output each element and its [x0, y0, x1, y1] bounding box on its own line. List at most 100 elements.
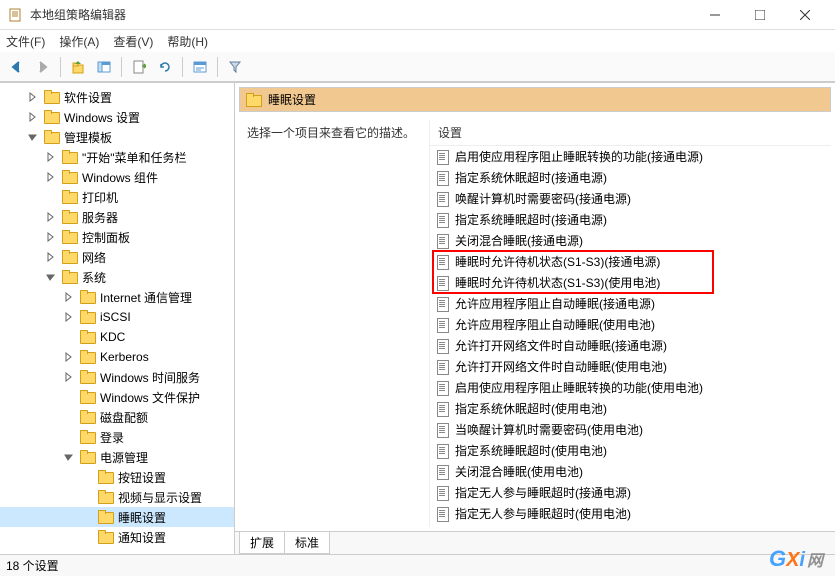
close-button[interactable] [782, 0, 827, 30]
tree-node-label: 睡眠设置 [118, 509, 166, 526]
expand-icon[interactable] [44, 210, 58, 224]
settings-list[interactable]: 启用使应用程序阻止睡眠转换的功能(接通电源)指定系统休眠超时(接通电源)唤醒计算… [430, 146, 831, 527]
export-button[interactable] [128, 56, 150, 78]
setting-item[interactable]: 指定无人参与睡眠超时(使用电池) [430, 503, 831, 524]
tree-node[interactable]: 系统 [0, 267, 234, 287]
tree-pane[interactable]: 软件设置Windows 设置管理模板"开始"菜单和任务栏Windows 组件打印… [0, 83, 235, 554]
expand-icon[interactable] [44, 150, 58, 164]
tab-standard[interactable]: 标准 [284, 532, 330, 554]
tree-node[interactable]: 控制面板 [0, 227, 234, 247]
tree-node[interactable]: Windows 组件 [0, 167, 234, 187]
setting-item[interactable]: 允许应用程序阻止自动睡眠(使用电池) [430, 314, 831, 335]
tree-node[interactable]: 打印机 [0, 187, 234, 207]
tree-node-label: 打印机 [82, 189, 118, 206]
collapse-icon[interactable] [26, 130, 40, 144]
tree-node[interactable]: 服务器 [0, 207, 234, 227]
setting-item[interactable]: 指定系统休眠超时(使用电池) [430, 398, 831, 419]
setting-item[interactable]: 睡眠时允许待机状态(S1-S3)(使用电池) [430, 272, 831, 293]
tree-node[interactable]: Windows 时间服务 [0, 367, 234, 387]
tree-node[interactable]: Internet 通信管理 [0, 287, 234, 307]
setting-item[interactable]: 当唤醒计算机时需要密码(使用电池) [430, 419, 831, 440]
back-button[interactable] [6, 56, 28, 78]
tree-node[interactable]: 通知设置 [0, 527, 234, 547]
expand-icon[interactable] [62, 350, 76, 364]
tree-node-label: 磁盘配额 [100, 409, 148, 426]
tree-node[interactable]: KDC [0, 327, 234, 347]
tree-node[interactable]: Windows 文件保护 [0, 387, 234, 407]
tree-node[interactable]: Windows 设置 [0, 107, 234, 127]
tree-node[interactable]: 睡眠设置 [0, 507, 234, 527]
setting-item[interactable]: 睡眠时允许待机状态(S1-S3)(接通电源) [430, 251, 831, 272]
tree-node[interactable]: iSCSI [0, 307, 234, 327]
toggle-placeholder [80, 530, 94, 544]
folder-icon [80, 310, 96, 324]
expand-icon[interactable] [62, 310, 76, 324]
setting-item[interactable]: 关闭混合睡眠(接通电源) [430, 230, 831, 251]
setting-item[interactable]: 允许打开网络文件时自动睡眠(使用电池) [430, 356, 831, 377]
collapse-icon[interactable] [62, 450, 76, 464]
setting-item[interactable]: 指定系统睡眠超时(接通电源) [430, 209, 831, 230]
menubar: 文件(F) 操作(A) 查看(V) 帮助(H) [0, 30, 835, 52]
minimize-button[interactable] [692, 0, 737, 30]
properties-button[interactable] [189, 56, 211, 78]
menu-view[interactable]: 查看(V) [113, 33, 153, 50]
expand-icon[interactable] [44, 170, 58, 184]
tree-node-label: 按钮设置 [118, 469, 166, 486]
expand-icon[interactable] [44, 230, 58, 244]
folder-icon [62, 190, 78, 204]
filter-button[interactable] [224, 56, 246, 78]
show-hide-button[interactable] [93, 56, 115, 78]
setting-label: 睡眠时允许待机状态(S1-S3)(接通电源) [455, 253, 660, 270]
expand-icon[interactable] [44, 250, 58, 264]
tree-node[interactable]: 视频与显示设置 [0, 487, 234, 507]
refresh-button[interactable] [154, 56, 176, 78]
tree-node[interactable]: 磁盘配额 [0, 407, 234, 427]
setting-item[interactable]: 启用使应用程序阻止睡眠转换的功能(使用电池) [430, 377, 831, 398]
tab-extended[interactable]: 扩展 [239, 532, 285, 554]
setting-label: 指定无人参与睡眠超时(使用电池) [455, 505, 631, 522]
right-pane: 睡眠设置 选择一个项目来查看它的描述。 设置 启用使应用程序阻止睡眠转换的功能(… [235, 83, 835, 554]
tree-node[interactable]: 软件设置 [0, 87, 234, 107]
folder-icon [80, 350, 96, 364]
expand-icon[interactable] [62, 370, 76, 384]
expand-icon[interactable] [26, 110, 40, 124]
policy-icon [436, 276, 450, 290]
menu-action[interactable]: 操作(A) [59, 33, 99, 50]
setting-item[interactable]: 启用使应用程序阻止睡眠转换的功能(接通电源) [430, 146, 831, 167]
maximize-button[interactable] [737, 0, 782, 30]
setting-label: 允许打开网络文件时自动睡眠(使用电池) [455, 358, 667, 375]
expand-icon[interactable] [26, 90, 40, 104]
setting-label: 允许应用程序阻止自动睡眠(接通电源) [455, 295, 655, 312]
tree-node[interactable]: 登录 [0, 427, 234, 447]
expand-icon[interactable] [62, 290, 76, 304]
setting-item[interactable]: 指定无人参与睡眠超时(接通电源) [430, 482, 831, 503]
folder-icon [80, 330, 96, 344]
setting-item[interactable]: 关闭混合睡眠(使用电池) [430, 461, 831, 482]
setting-item[interactable]: 允许打开网络文件时自动睡眠(接通电源) [430, 335, 831, 356]
setting-label: 关闭混合睡眠(接通电源) [455, 232, 583, 249]
tree-node[interactable]: 电源管理 [0, 447, 234, 467]
tree-node-label: iSCSI [100, 310, 131, 324]
tree-node-label: 视频与显示设置 [118, 489, 202, 506]
column-header[interactable]: 设置 [430, 120, 831, 146]
setting-item[interactable]: 指定系统休眠超时(接通电源) [430, 167, 831, 188]
toggle-placeholder [44, 190, 58, 204]
tree-node[interactable]: "开始"菜单和任务栏 [0, 147, 234, 167]
setting-item[interactable]: 指定系统睡眠超时(使用电池) [430, 440, 831, 461]
collapse-icon[interactable] [44, 270, 58, 284]
tree-node[interactable]: 按钮设置 [0, 467, 234, 487]
policy-icon [436, 297, 450, 311]
tree-node[interactable]: 管理模板 [0, 127, 234, 147]
folder-icon [98, 530, 114, 544]
tree-node-label: 系统 [82, 269, 106, 286]
tree-node[interactable]: Kerberos [0, 347, 234, 367]
tree-node[interactable]: 网络 [0, 247, 234, 267]
forward-button[interactable] [32, 56, 54, 78]
setting-item[interactable]: 允许应用程序阻止自动睡眠(接通电源) [430, 293, 831, 314]
menu-help[interactable]: 帮助(H) [167, 33, 208, 50]
policy-icon [436, 507, 450, 521]
setting-item[interactable]: 唤醒计算机时需要密码(接通电源) [430, 188, 831, 209]
menu-file[interactable]: 文件(F) [6, 33, 45, 50]
up-button[interactable] [67, 56, 89, 78]
folder-icon [80, 290, 96, 304]
